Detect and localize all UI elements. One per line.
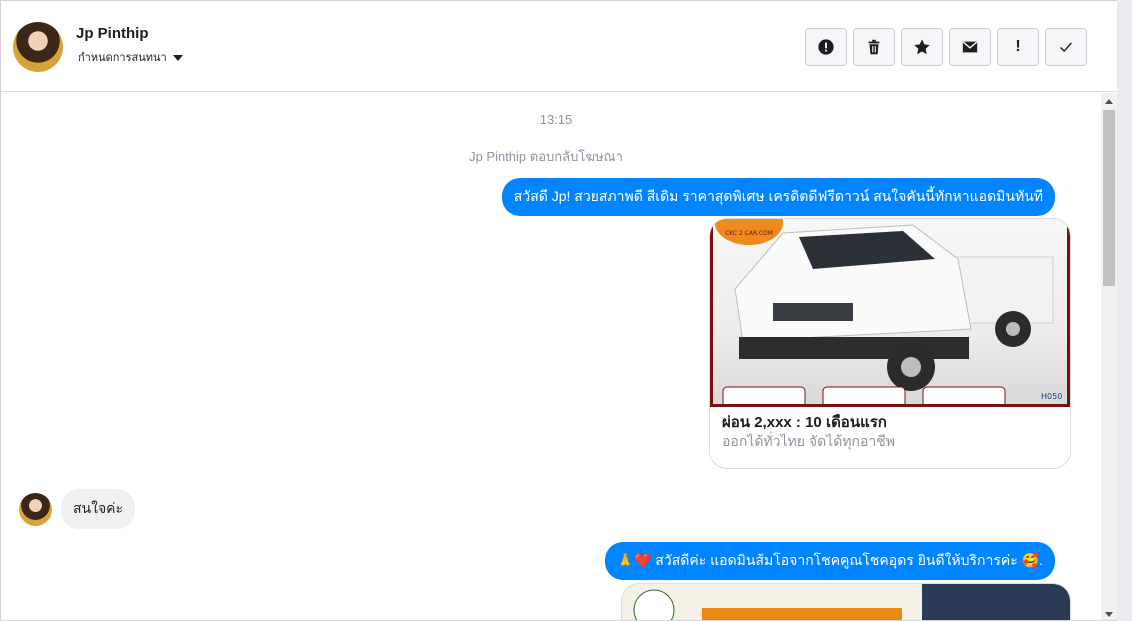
outgoing-message-bubble: สวัสดี Jp! สวยสภาพดี สีเดิม ราคาสุดพิเศษ… (501, 178, 1055, 216)
important-label: ! (1015, 38, 1021, 55)
pickup-truck-illustration: CKC 2 CAR.COM H050 (715, 219, 1062, 408)
conversation-schedule-label: กำหนดการสนทนา (78, 51, 167, 64)
message-scrollbar[interactable] (1101, 93, 1117, 620)
caret-down-icon (172, 54, 183, 61)
ad-car-image: CKC 2 CAR.COM H050 (710, 219, 1070, 408)
conversation-toolbar: ! (805, 28, 1087, 66)
sender-avatar (19, 493, 52, 526)
star-button[interactable] (901, 28, 943, 66)
image-code: H050 (1041, 392, 1062, 401)
incoming-message-bubble: สนใจค่ะ (61, 489, 136, 529)
report-button[interactable] (805, 28, 847, 66)
message-timestamp: 13:15 (539, 112, 573, 127)
promo-image (622, 584, 1070, 620)
envelope-icon (962, 41, 978, 53)
conversation-schedule-dropdown[interactable]: กำหนดการสนทนา (78, 48, 183, 66)
check-icon (1060, 42, 1072, 53)
contact-name[interactable]: Jp Pinthip (76, 25, 149, 42)
star-icon (914, 39, 930, 55)
arrow-up-icon (1105, 98, 1113, 104)
outgoing-message-bubble: 🙏❤️ สวัสดีค่ะ แอดมินส้มโอจากโชคคูณโชคอุด… (604, 542, 1055, 580)
image-badge: CKC 2 CAR.COM (725, 230, 773, 237)
image-attachment[interactable] (621, 583, 1071, 620)
contact-avatar[interactable] (13, 22, 63, 72)
conversation-header: Jp Pinthip กำหนดการสนทนา ! (1, 1, 1117, 92)
ad-card[interactable]: CKC 2 CAR.COM H050 ผ่อน 2,xxx : 10 เดือน… (709, 218, 1071, 469)
mark-important-button[interactable]: ! (997, 28, 1039, 66)
ad-card-subtitle: ออกได้ทั่วไทย จัดได้ทุกอาชีพ (722, 433, 896, 449)
mark-unread-button[interactable] (949, 28, 991, 66)
conversation-panel: Jp Pinthip กำหนดการสนทนา ! 13:15 Jp Pint… (0, 0, 1117, 621)
arrow-down-icon (1105, 611, 1113, 617)
alert-circle-icon (818, 39, 834, 55)
scroll-thumb[interactable] (1103, 110, 1115, 286)
scroll-up-arrow[interactable] (1101, 93, 1117, 109)
scroll-down-arrow[interactable] (1101, 606, 1117, 620)
delete-button[interactable] (853, 28, 895, 66)
trash-icon (868, 39, 880, 55)
message-list: 13:15 Jp Pinthip ตอบกลับโฆษณา สวัสดี Jp!… (1, 93, 1101, 620)
page-edge (1117, 0, 1132, 621)
ad-reply-note: Jp Pinthip ตอบกลับโฆษณา (469, 149, 623, 164)
mark-done-button[interactable] (1045, 28, 1087, 66)
